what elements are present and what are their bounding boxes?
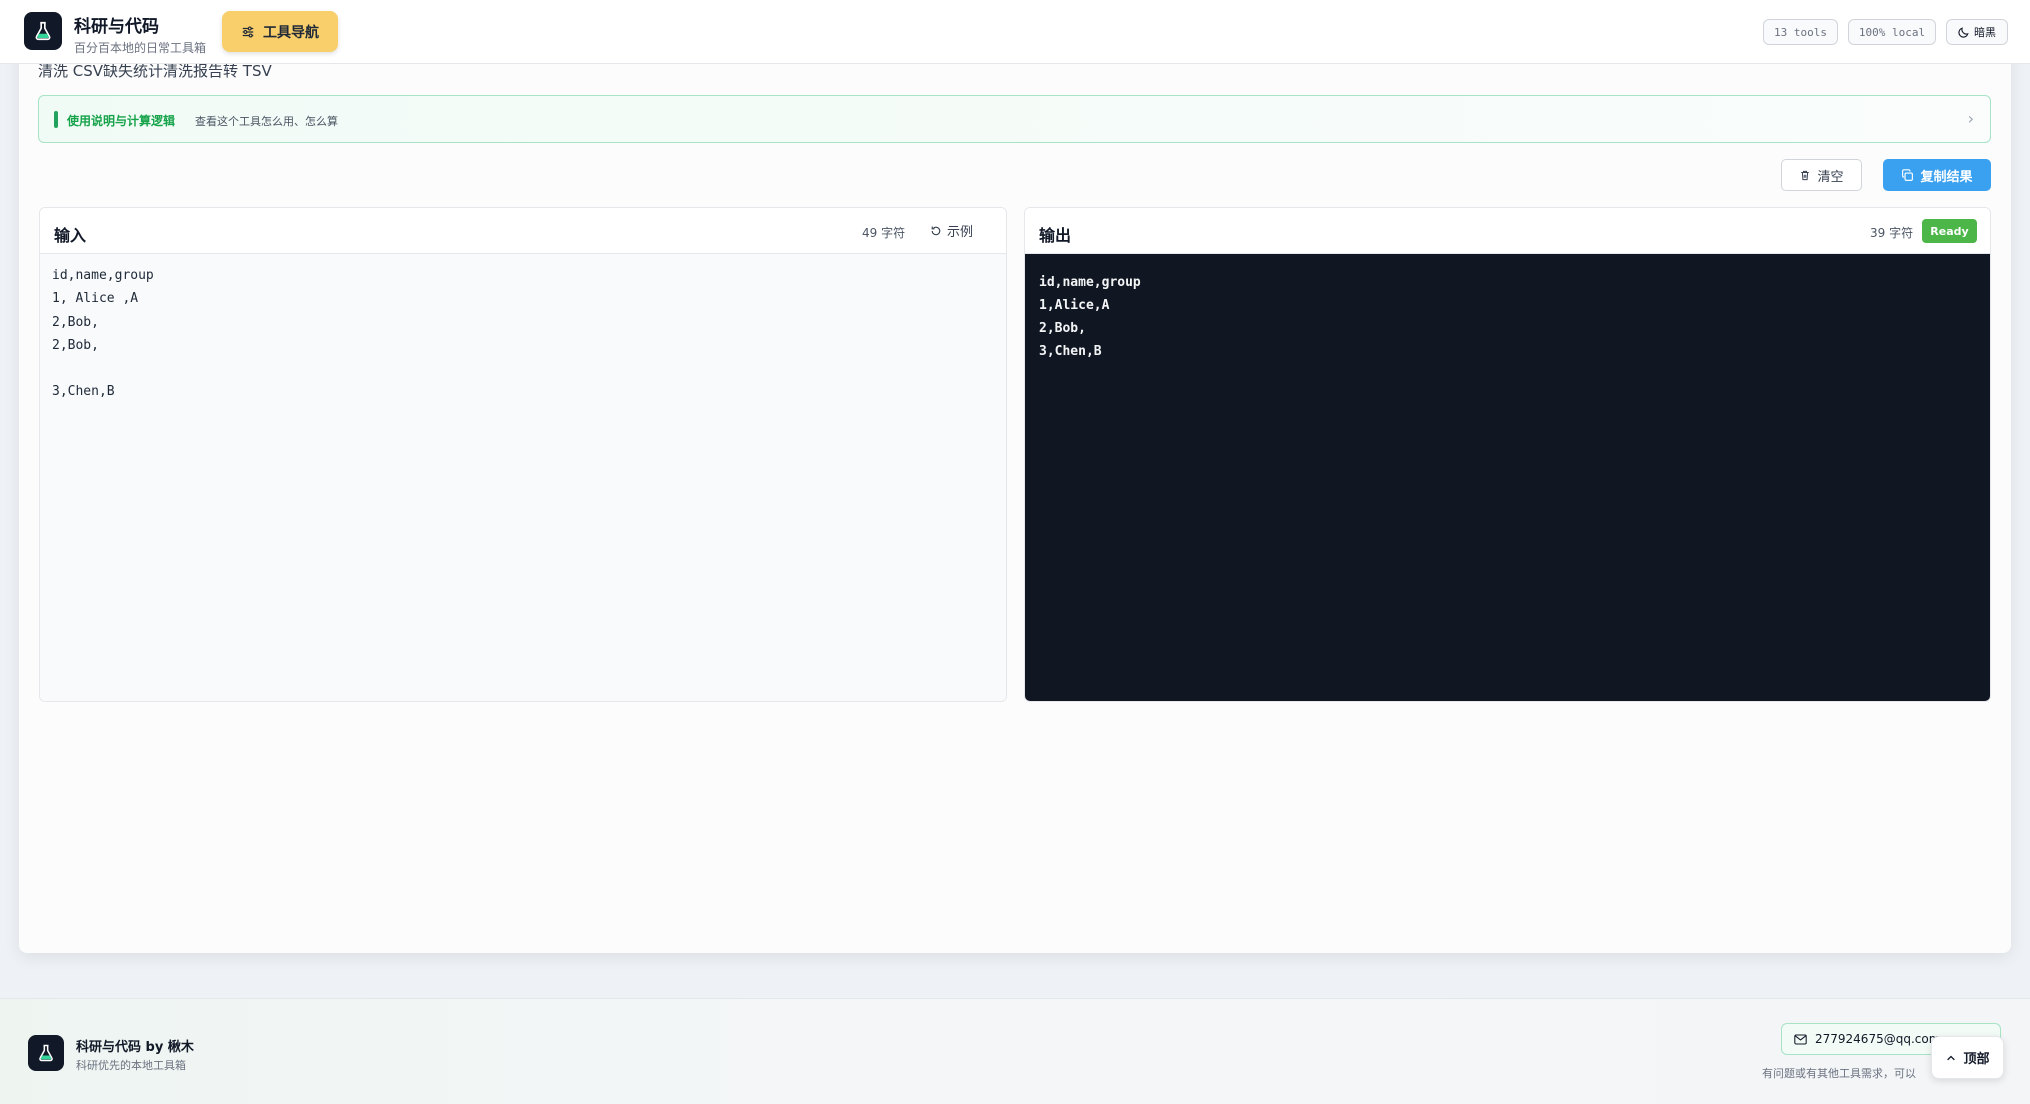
local-badge-text: 100% local	[1858, 25, 1926, 39]
usage-title: 使用说明与计算逻辑	[67, 114, 176, 128]
email-address: 277924675@qq.com	[1815, 1032, 1941, 1046]
footer-logo	[28, 1035, 64, 1071]
footer: 科研与代码 by 楸木 科研优先的本地工具箱 277924675@qq.com …	[0, 998, 2030, 1104]
back-to-top-button[interactable]: 顶部	[1931, 1036, 2004, 1079]
example-label: 示例	[947, 225, 974, 240]
moon-icon	[1958, 27, 1969, 38]
usage-guide-bar[interactable]: 使用说明与计算逻辑 查看这个工具怎么用、怎么算 ›	[38, 95, 1991, 143]
local-badge: 100% local	[1848, 19, 1936, 45]
theme-toggle-button[interactable]: 暗黑	[1946, 19, 2008, 45]
output-panel-title: 输出	[1039, 226, 1072, 245]
input-textarea[interactable]: id,name,group 1, Alice ,A 2,Bob, 2,Bob, …	[40, 254, 1006, 701]
output-content: id,name,group 1,Alice,A 2,Bob, 3,Chen,B	[1039, 275, 1141, 359]
input-content: id,name,group 1, Alice ,A 2,Bob, 2,Bob, …	[52, 268, 154, 400]
flask-icon	[35, 21, 51, 41]
clear-label: 清空	[1817, 169, 1844, 185]
input-panel-header: 输入 49 字符 示例	[40, 208, 1006, 254]
chevron-up-icon	[1947, 1055, 1956, 1060]
input-char-count: 49 字符	[862, 226, 906, 240]
copy-result-label: 复制结果	[1920, 169, 1973, 185]
status-badge: Ready	[1922, 219, 1977, 243]
flask-icon	[39, 1044, 53, 1062]
footer-subtitle: 科研优先的本地工具箱	[76, 1059, 186, 1072]
top-header: 科研与代码 百分百本地的日常工具箱 工具导航 13 tools 100% loc…	[0, 0, 2030, 64]
input-panel: 输入 49 字符 示例 id,name,group 1, Alice ,A 2,…	[39, 207, 1007, 702]
usage-subtitle: 查看这个工具怎么用、怎么算	[195, 115, 338, 128]
mail-icon	[1794, 1034, 1807, 1044]
output-panel: 输出 39 字符 Ready id,name,group 1,Alice,A 2…	[1024, 207, 1991, 702]
footer-title: 科研与代码 by 楸木	[76, 1040, 194, 1055]
tools-count-text: 13 tools	[1774, 25, 1827, 39]
input-panel-title: 输入	[54, 226, 87, 245]
footer-note: 有问题或有其他工具需求，可以	[1762, 1067, 1916, 1080]
theme-toggle-label: 暗黑	[1974, 26, 1996, 39]
output-panel-header: 输出 39 字符 Ready	[1025, 208, 1990, 254]
tools-count-badge: 13 tools	[1763, 19, 1838, 45]
example-button[interactable]: 示例	[930, 221, 973, 240]
copy-icon	[1902, 168, 1914, 181]
tool-nav-label: 工具导航	[263, 24, 319, 41]
refresh-icon	[931, 226, 941, 235]
chevron-right-icon: ›	[1967, 109, 1974, 128]
app-logo[interactable]	[24, 12, 62, 50]
copy-result-button[interactable]: 复制结果	[1883, 159, 1991, 191]
back-to-top-label: 顶部	[1963, 1052, 1990, 1067]
output-char-count: 39 字符	[1870, 226, 1914, 240]
output-area[interactable]: id,name,group 1,Alice,A 2,Bob, 3,Chen,B	[1025, 254, 1990, 701]
app-subtitle: 百分百本地的日常工具箱	[74, 41, 207, 55]
clear-button[interactable]: 清空	[1781, 159, 1862, 191]
tool-nav-button[interactable]: 工具导航	[222, 11, 338, 52]
app-title: 科研与代码	[74, 17, 159, 37]
trash-icon	[1801, 170, 1810, 180]
sliders-icon	[242, 26, 254, 37]
usage-accent-bar	[54, 111, 58, 128]
